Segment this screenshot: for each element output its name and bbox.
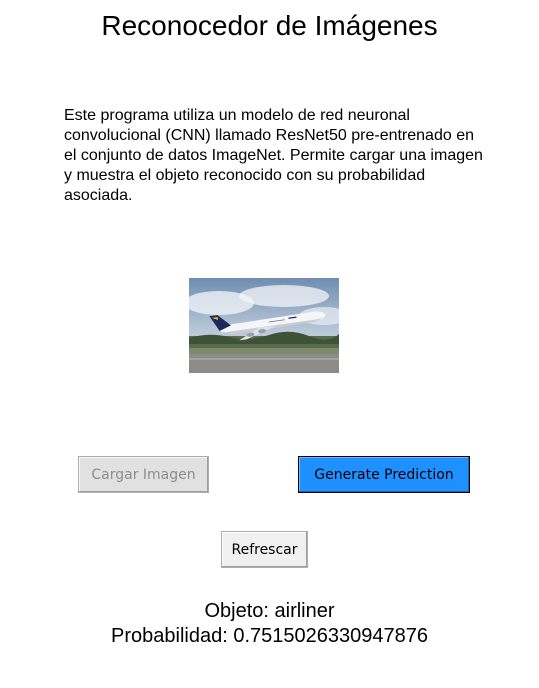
generate-prediction-button[interactable]: Generate Prediction [298,456,470,493]
image-preview [189,278,339,373]
app-description: Este programa utiliza un modelo de red n… [64,107,483,204]
airliner-photo [189,278,339,373]
result-probability-label: Probabilidad: 0.7515026330947876 [111,625,428,647]
result-object-label: Objeto: airliner [204,600,335,622]
app-title: Reconocedor de Imágenes [101,10,438,41]
refresh-button[interactable]: Refrescar [221,531,308,568]
load-image-button[interactable]: Cargar Imagen [78,456,209,493]
